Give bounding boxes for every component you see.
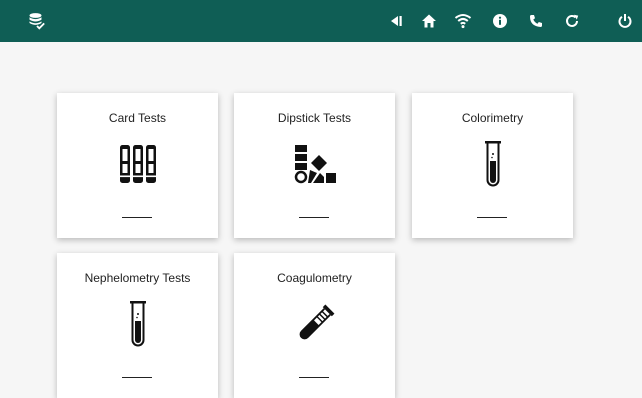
card-title: Coagulometry: [277, 271, 352, 285]
card-title: Nephelometry Tests: [84, 271, 191, 285]
card-title: Colorimetry: [461, 111, 524, 125]
card-underline: [477, 217, 507, 218]
card-title: Card Tests: [108, 111, 167, 125]
wifi-icon[interactable]: [452, 10, 474, 32]
nephelometry-tests-tile[interactable]: Nephelometry Tests: [57, 253, 218, 398]
phone-icon[interactable]: [525, 10, 547, 32]
database-check-icon[interactable]: [26, 10, 48, 32]
test-tube-icon: [471, 139, 515, 189]
card-strips-icon: [116, 139, 160, 189]
refresh-icon[interactable]: [561, 10, 583, 32]
card-underline: [122, 217, 152, 218]
card-underline: [299, 217, 329, 218]
card-underline: [122, 377, 152, 378]
test-tube-icon: [116, 299, 160, 349]
dipstick-swatch-icon: [293, 139, 337, 189]
home-icon[interactable]: [418, 10, 440, 32]
colorimetry-tile[interactable]: Colorimetry: [412, 93, 573, 238]
card-underline: [299, 377, 329, 378]
top-bar: [0, 0, 642, 42]
back-icon[interactable]: [385, 10, 407, 32]
coagulometry-tile[interactable]: Coagulometry: [234, 253, 395, 398]
dipstick-tests-tile[interactable]: Dipstick Tests: [234, 93, 395, 238]
info-icon[interactable]: [489, 10, 511, 32]
card-tests-tile[interactable]: Card Tests: [57, 93, 218, 238]
power-icon[interactable]: [614, 10, 636, 32]
coagulometry-tube-icon: [293, 299, 337, 349]
card-title: Dipstick Tests: [277, 111, 352, 125]
